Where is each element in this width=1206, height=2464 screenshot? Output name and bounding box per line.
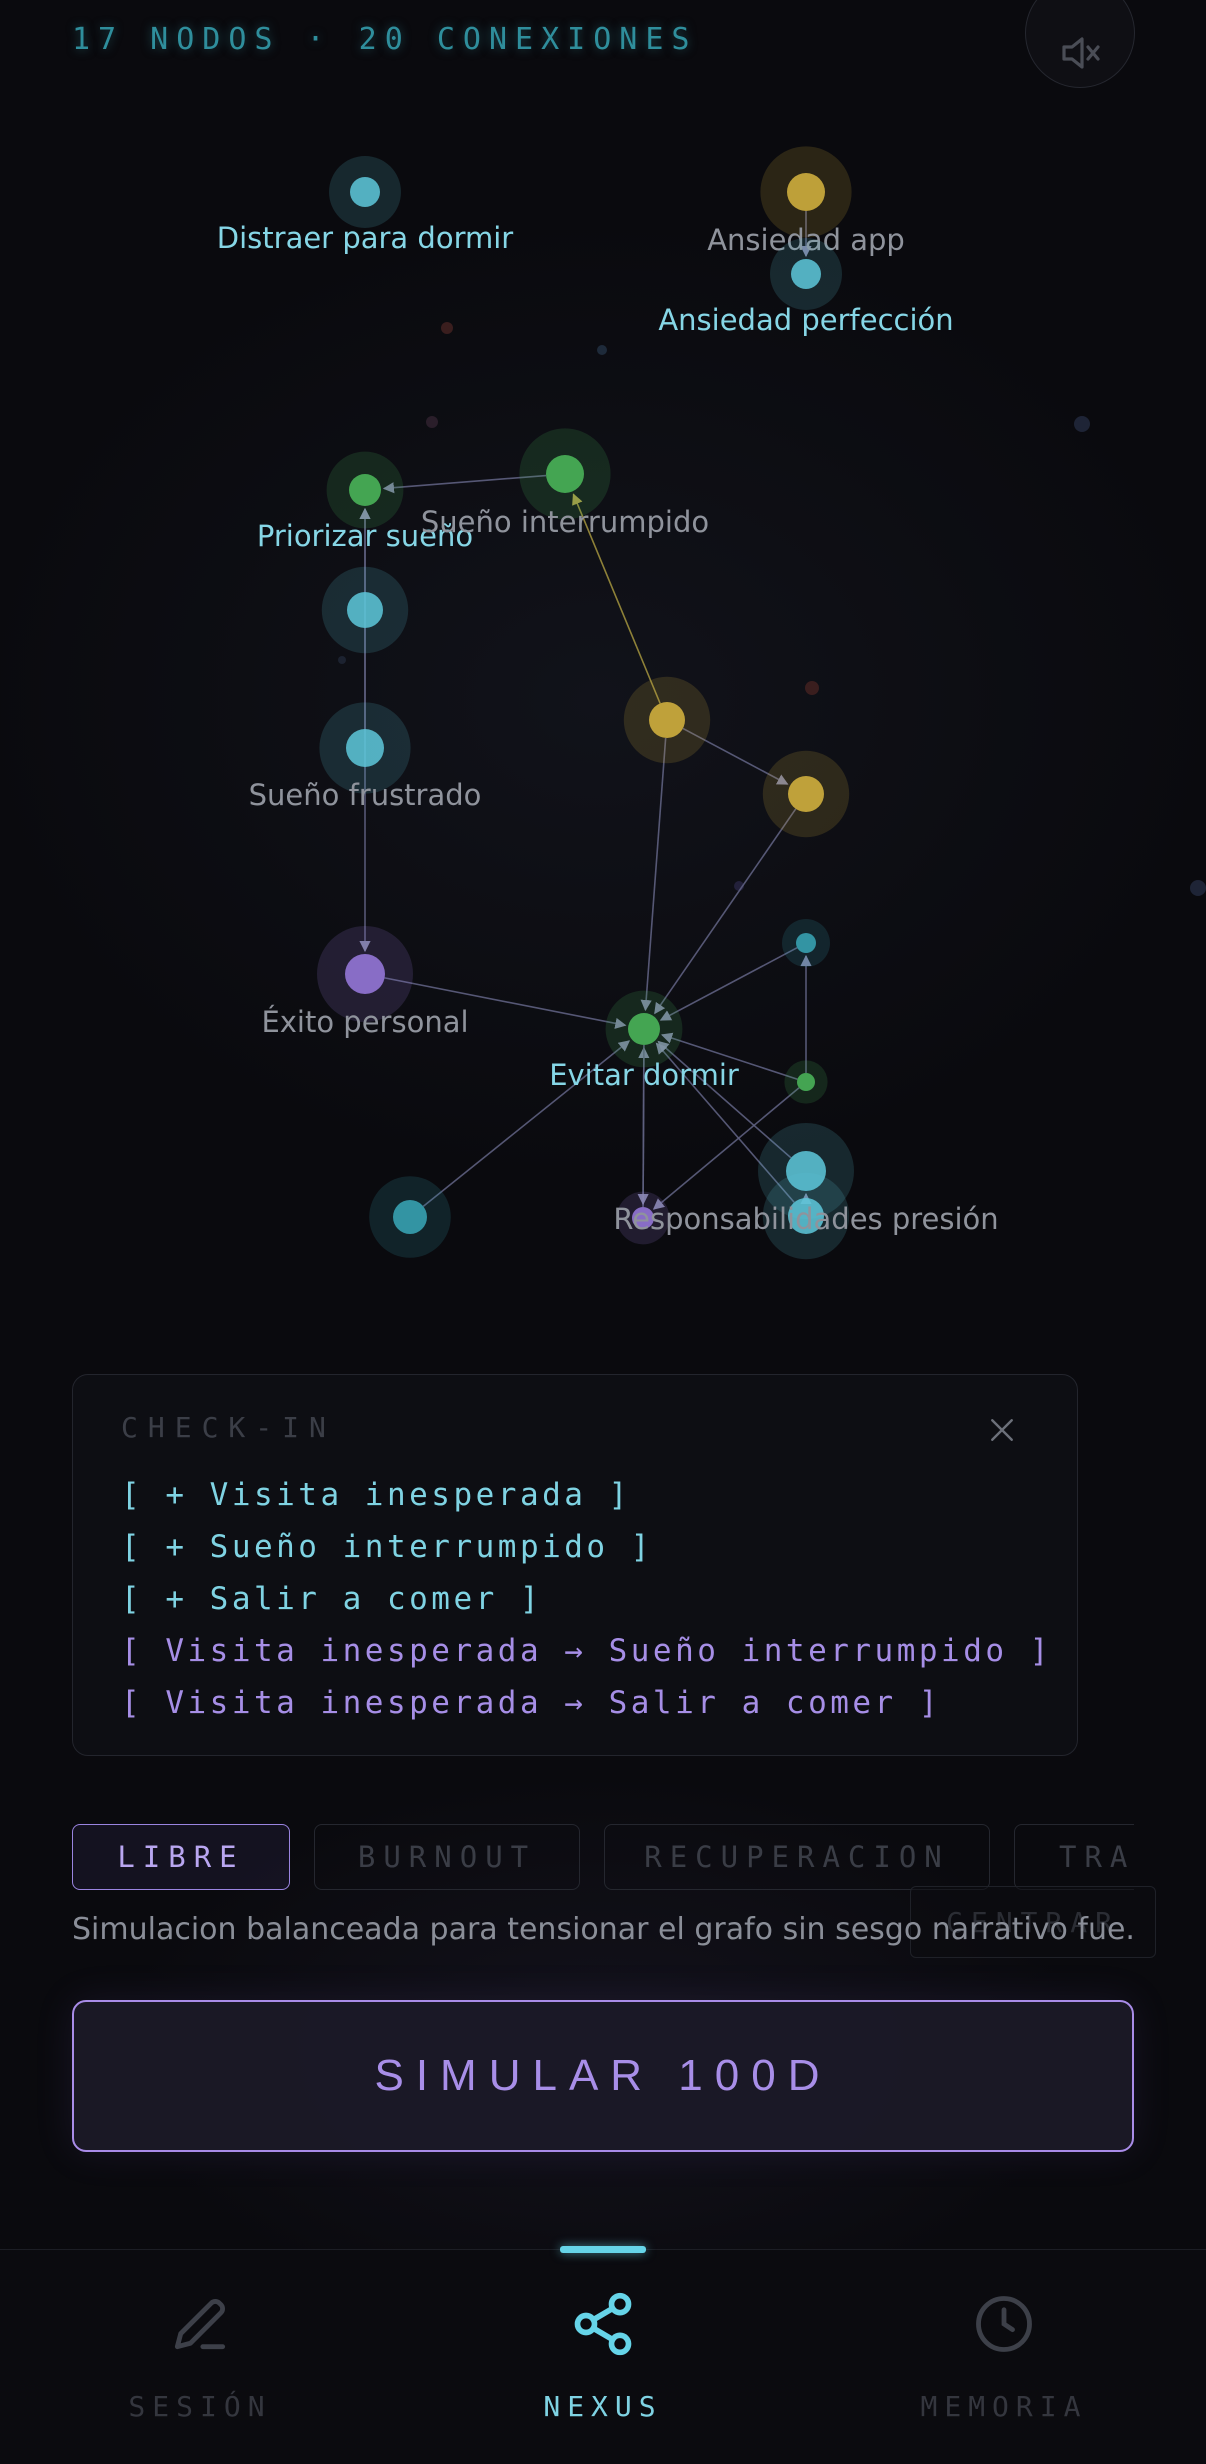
graph-node[interactable] (782, 919, 830, 967)
tab-burnout[interactable]: BURNOUT (314, 1824, 580, 1890)
close-icon (991, 1419, 1013, 1441)
nav-item-sesion[interactable]: SESIÓN (80, 2290, 320, 2440)
pencil-icon (174, 2299, 226, 2350)
tab-libre[interactable]: LIBRE (72, 1824, 290, 1890)
graph-node[interactable]: Evitar dormir (549, 990, 739, 1092)
node-core[interactable] (787, 173, 825, 211)
mode-description: Simulacion balanceada para tensionar el … (72, 1912, 1134, 1947)
node-label: Evitar dormir (549, 1058, 739, 1092)
node-core[interactable] (628, 1013, 660, 1045)
node-core[interactable] (788, 776, 824, 812)
node-label: Sueño interrumpido (421, 505, 709, 539)
nav-label-nexus: NEXUS (543, 2390, 663, 2423)
checkin-link-item[interactable]: [ Visita inesperada → Sueño interrumpido… (121, 1625, 1048, 1677)
node-core[interactable] (546, 455, 584, 493)
graph-edge (654, 808, 797, 1015)
checkin-link-item[interactable]: [ Visita inesperada → Salir a comer ] (121, 1677, 1029, 1729)
mode-tabs: LIBRE BURNOUT RECUPERACION TRA (72, 1824, 1134, 1892)
nav-item-nexus[interactable]: NEXUS (483, 2290, 723, 2440)
node-label: Ansiedad perfección (658, 303, 953, 337)
checkin-add-item[interactable]: [ + Sueño interrumpido ] (121, 1521, 1029, 1573)
graph-nodes[interactable]: Distraer para dormir Ansiedad appAnsiedad… (217, 146, 999, 1260)
graph-node[interactable]: Sueño interrumpido (421, 428, 709, 539)
tab-partial[interactable]: TRA (1014, 1824, 1134, 1890)
nav-label-memoria: MEMORIA (920, 2390, 1088, 2423)
graph-node[interactable]: Ansiedad perfección (658, 238, 954, 337)
dust-particle (441, 322, 453, 334)
node-label: Distraer para dormir (217, 221, 514, 255)
node-core[interactable] (346, 729, 384, 767)
graph-edge (640, 737, 667, 1012)
graph-node[interactable]: Éxito personal (261, 926, 469, 1039)
node-label: Éxito personal (261, 1005, 468, 1039)
dust-particle (1074, 416, 1090, 432)
node-label: Sueño frustrado (249, 778, 482, 812)
node-core[interactable] (393, 1200, 427, 1234)
dust-particle (1190, 880, 1206, 896)
nav-active-indicator (560, 2246, 646, 2253)
node-core[interactable] (791, 259, 821, 289)
node-core[interactable] (350, 177, 380, 207)
node-core[interactable] (649, 702, 685, 738)
graph-node[interactable]: Sueño frustrado (249, 702, 482, 812)
graph-node[interactable] (784, 1060, 828, 1104)
checkin-add-item[interactable]: [ + Salir a comer ] (121, 1573, 1029, 1625)
graph-node[interactable] (623, 676, 711, 764)
node-core[interactable] (797, 1073, 815, 1091)
node-core[interactable] (347, 592, 383, 628)
node-core[interactable] (796, 933, 816, 953)
graph-edge (659, 946, 798, 1021)
dust-particle (805, 681, 819, 695)
nav-item-memoria[interactable]: MEMORIA (884, 2290, 1124, 2440)
checkin-add-item[interactable]: [ + Visita inesperada ] (121, 1469, 1029, 1521)
graph-node[interactable] (762, 750, 850, 838)
graph-node[interactable]: Distraer para dormir (217, 156, 514, 255)
clock-icon (976, 2296, 1032, 2352)
dust-particle (338, 656, 346, 664)
node-core[interactable] (349, 474, 381, 506)
checkin-title: CHECK-IN (121, 1411, 336, 1444)
checkin-lines: [ + Visita inesperada ][ + Sueño interru… (121, 1469, 1048, 1729)
simulate-button[interactable]: SIMULAR 100D (72, 2000, 1134, 2152)
checkin-close-button[interactable] (987, 1415, 1017, 1445)
dust-particle (426, 416, 438, 428)
checkin-panel: CHECK-IN [ + Visita inesperada ][ + Sueñ… (72, 1374, 1078, 1756)
nexus-graph[interactable]: Distraer para dormir Ansiedad appAnsiedad… (0, 0, 1206, 1340)
share-nodes-icon (574, 2292, 632, 2356)
node-core[interactable] (345, 954, 385, 994)
nav-label-sesion: SESIÓN (128, 2390, 272, 2423)
graph-node[interactable] (369, 1176, 451, 1258)
graph-node[interactable] (321, 566, 409, 654)
dust-particle (597, 345, 607, 355)
node-label: Responsabilidades presión (613, 1202, 998, 1236)
tab-recuperacion[interactable]: RECUPERACION (604, 1824, 990, 1890)
